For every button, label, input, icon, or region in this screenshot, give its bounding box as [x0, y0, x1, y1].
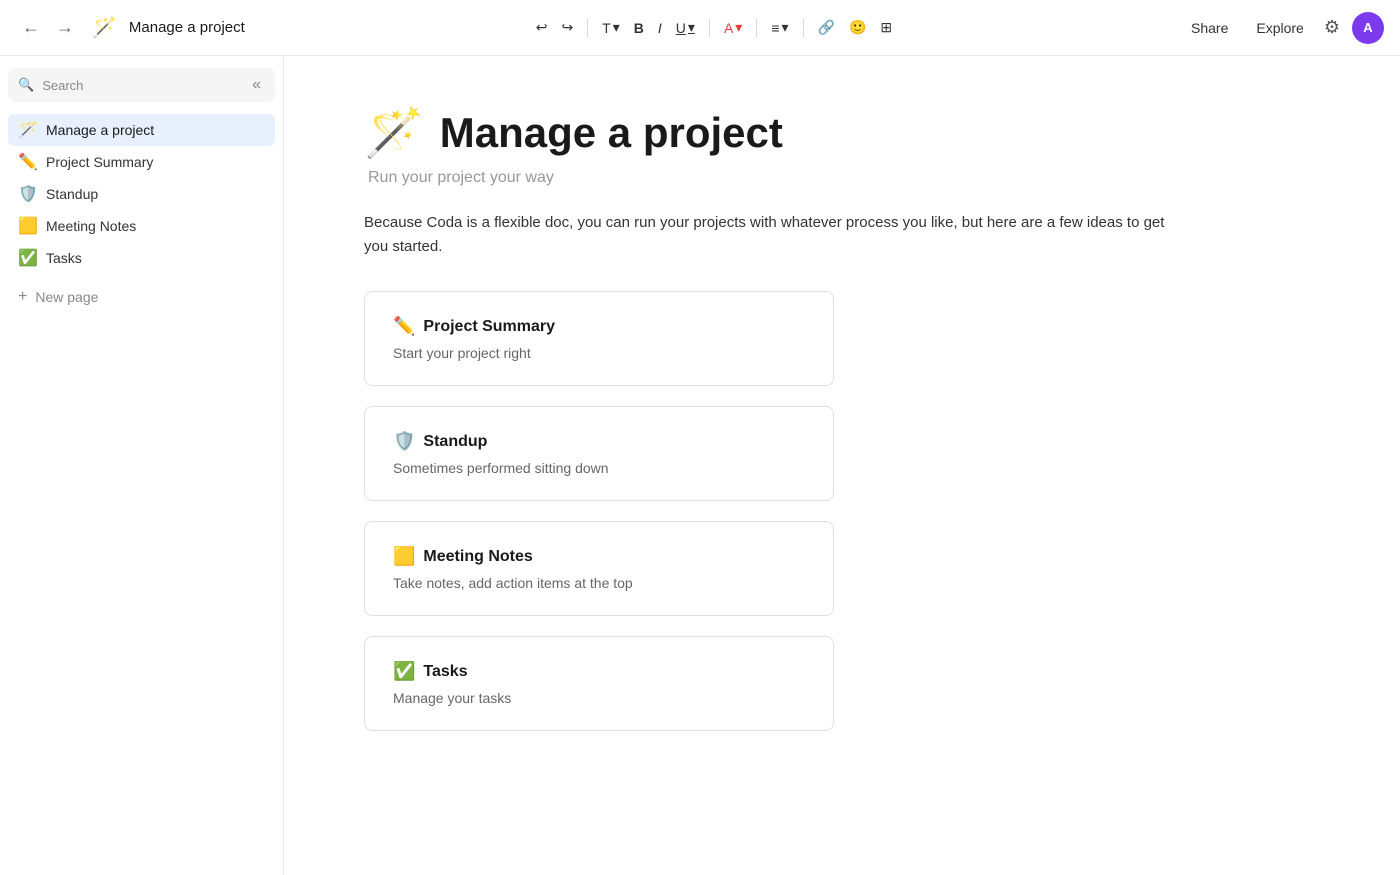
toolbar-divider-4: [803, 18, 804, 38]
sidebar-item-tasks[interactable]: ✅ Tasks: [8, 242, 275, 274]
card-1[interactable]: 🛡️ Standup Sometimes performed sitting d…: [364, 406, 834, 501]
align-label: ≡: [771, 20, 779, 36]
italic-button[interactable]: I: [652, 16, 668, 40]
card-title-2: 🟨 Meeting Notes: [393, 546, 805, 567]
sidebar-items: 🪄 Manage a project ✏️ Project Summary 🛡️…: [8, 114, 275, 274]
toolbar: ↩ ↪ T ▾ B I U ▾ A ▾ ≡ ▾ 🔗 🙂 ⊞: [530, 15, 898, 40]
sidebar-item-label-meeting-notes: Meeting Notes: [46, 218, 136, 234]
card-0[interactable]: ✏️ Project Summary Start your project ri…: [364, 291, 834, 386]
link-button[interactable]: 🔗: [812, 15, 841, 40]
toolbar-divider-3: [756, 18, 757, 38]
cards-container: ✏️ Project Summary Start your project ri…: [364, 291, 1320, 731]
card-title-1: 🛡️ Standup: [393, 431, 805, 452]
sidebar-item-manage-a-project[interactable]: 🪄 Manage a project: [8, 114, 275, 146]
page-subtitle: Run your project your way: [368, 169, 1320, 187]
sidebar-item-label-project-summary: Project Summary: [46, 154, 153, 170]
card-title-3: ✅ Tasks: [393, 661, 805, 682]
collapse-button[interactable]: «: [248, 74, 265, 96]
doc-icon: 🪄: [92, 15, 117, 40]
topbar: ← → 🪄 Manage a project ↩ ↪ T ▾ B I U ▾ A…: [0, 0, 1400, 56]
card-desc-1: Sometimes performed sitting down: [393, 460, 805, 476]
card-desc-2: Take notes, add action items at the top: [393, 575, 805, 591]
card-desc-3: Manage your tasks: [393, 690, 805, 706]
search-placeholder: Search: [42, 78, 83, 93]
nav-arrows: ← →: [16, 13, 80, 42]
underline-label: U: [676, 20, 686, 36]
sidebar: 🔍 Search « 🪄 Manage a project ✏️ Project…: [0, 56, 284, 875]
sidebar-item-icon-tasks: ✅: [18, 248, 38, 268]
toolbar-divider-1: [587, 18, 588, 38]
avatar[interactable]: A: [1352, 12, 1384, 44]
card-title-text-3: Tasks: [423, 663, 467, 681]
card-icon-1: 🛡️: [393, 431, 415, 452]
plus-icon: +: [18, 288, 27, 306]
underline-button[interactable]: U ▾: [670, 15, 701, 40]
sidebar-item-project-summary[interactable]: ✏️ Project Summary: [8, 146, 275, 178]
main-content: 🪄 Manage a project Run your project your…: [284, 56, 1400, 875]
page-header: 🪄 Manage a project: [364, 104, 1320, 161]
layout: 🔍 Search « 🪄 Manage a project ✏️ Project…: [0, 56, 1400, 875]
page-title: Manage a project: [440, 109, 783, 157]
back-button[interactable]: ←: [16, 13, 46, 42]
card-3[interactable]: ✅ Tasks Manage your tasks: [364, 636, 834, 731]
explore-button[interactable]: Explore: [1248, 16, 1311, 40]
bold-button[interactable]: B: [628, 16, 650, 40]
card-icon-0: ✏️: [393, 316, 415, 337]
font-color-button[interactable]: A ▾: [718, 15, 748, 40]
new-page-label: New page: [35, 289, 98, 305]
search-icon: 🔍: [18, 77, 34, 93]
text-label: T: [602, 20, 611, 36]
share-button[interactable]: Share: [1183, 16, 1236, 40]
font-color-label: A: [724, 20, 733, 36]
sidebar-item-meeting-notes[interactable]: 🟨 Meeting Notes: [8, 210, 275, 242]
table-button[interactable]: ⊞: [874, 15, 898, 40]
card-icon-3: ✅: [393, 661, 415, 682]
sidebar-item-label-tasks: Tasks: [46, 250, 82, 266]
text-style-button[interactable]: T ▾: [596, 15, 626, 40]
card-title-0: ✏️ Project Summary: [393, 316, 805, 337]
card-2[interactable]: 🟨 Meeting Notes Take notes, add action i…: [364, 521, 834, 616]
card-title-text-1: Standup: [423, 433, 487, 451]
card-icon-2: 🟨: [393, 546, 415, 567]
card-title-text-0: Project Summary: [423, 318, 555, 336]
card-title-text-2: Meeting Notes: [423, 548, 532, 566]
page-description: Because Coda is a flexible doc, you can …: [364, 211, 1184, 259]
sidebar-item-icon-standup: 🛡️: [18, 184, 38, 204]
settings-icon[interactable]: ⚙: [1324, 17, 1340, 38]
emoji-button[interactable]: 🙂: [843, 15, 872, 40]
forward-button[interactable]: →: [50, 13, 80, 42]
right-actions: Share Explore ⚙ A: [1183, 12, 1384, 44]
sidebar-item-label-manage-a-project: Manage a project: [46, 122, 154, 138]
sidebar-item-standup[interactable]: 🛡️ Standup: [8, 178, 275, 210]
sidebar-item-icon-manage-a-project: 🪄: [18, 120, 38, 140]
toolbar-divider-2: [709, 18, 710, 38]
card-desc-0: Start your project right: [393, 345, 805, 361]
search-bar[interactable]: 🔍 Search «: [8, 68, 275, 102]
page-icon: 🪄: [364, 104, 424, 161]
align-button[interactable]: ≡ ▾: [765, 15, 794, 40]
redo-button[interactable]: ↪: [555, 15, 579, 40]
sidebar-item-label-standup: Standup: [46, 186, 98, 202]
new-page-button[interactable]: + New page: [8, 282, 275, 312]
doc-title: Manage a project: [129, 19, 245, 36]
sidebar-item-icon-project-summary: ✏️: [18, 152, 38, 172]
sidebar-item-icon-meeting-notes: 🟨: [18, 216, 38, 236]
undo-button[interactable]: ↩: [530, 15, 554, 40]
